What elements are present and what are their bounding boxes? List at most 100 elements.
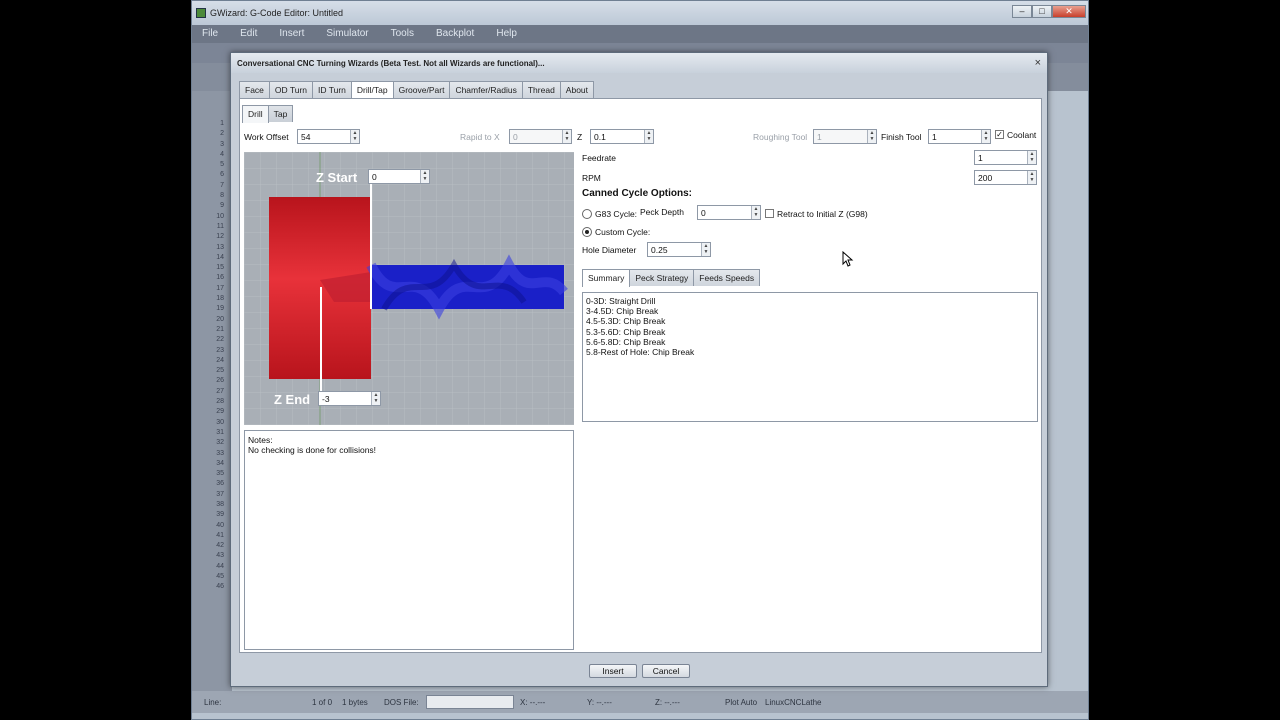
line-number: 17 — [216, 284, 224, 292]
coolant-label: Coolant — [1007, 130, 1037, 140]
tab-drill-tap[interactable]: Drill/Tap — [350, 81, 394, 99]
line-number: 39 — [216, 511, 224, 519]
line-number: 14 — [216, 253, 224, 261]
minimize-icon[interactable]: – — [1012, 5, 1032, 18]
line-number: 22 — [216, 336, 224, 344]
custom-cycle-label: Custom Cycle: — [595, 227, 651, 237]
wizard-tabs: Face OD Turn ID Turn Drill/Tap Groove/Part Ch… — [239, 81, 595, 99]
summary-line: 5.6-5.8D: Chip Break — [586, 336, 666, 347]
z-end-value: -3 — [322, 394, 330, 404]
z-end-label: Z End — [274, 392, 311, 407]
line-number: 38 — [216, 500, 224, 508]
subtab-tap[interactable]: Tap — [267, 105, 294, 122]
status-bar: Line: 1 of 0 1 bytes DOS File: X: --.---… — [192, 691, 1088, 713]
work-offset-field[interactable]: 54 ▲ ▼ — [297, 129, 360, 144]
line-number: 42 — [216, 542, 224, 550]
z-start-label: Z Start — [316, 170, 358, 185]
spinner-arrows-icon[interactable]: ▲ ▼ — [1027, 151, 1036, 164]
close-window-icon[interactable]: ✕ — [1052, 5, 1086, 18]
main-titlebar: GWizard: G-Code Editor: Untitled – □ ✕ — [192, 1, 1088, 25]
line-number: 31 — [216, 428, 224, 436]
spinner-arrows-icon[interactable]: ▲ ▼ — [981, 130, 990, 143]
retract-checkbox[interactable] — [765, 209, 774, 218]
hole-diameter-field[interactable]: 0.25 ▲ ▼ — [647, 242, 711, 257]
status-line-label: Line: — [204, 698, 222, 707]
peck-depth-value: 0 — [701, 208, 706, 218]
spinner-arrows-icon[interactable]: ▲ ▼ — [644, 130, 653, 143]
custom-cycle-radio[interactable] — [582, 227, 592, 237]
tab-about[interactable]: About — [559, 81, 595, 98]
feedrate-field[interactable]: 1 ▲ ▼ — [974, 150, 1037, 165]
line-number: 32 — [216, 439, 224, 447]
result-tab-feeds-speeds[interactable]: Feeds Speeds — [693, 269, 761, 286]
menu-item-tools[interactable]: Tools — [391, 25, 414, 43]
line-number: 1 — [220, 120, 224, 127]
dialog-title: Conversational CNC Turning Wizards (Beta… — [231, 53, 1047, 73]
notes-area: Notes: No checking is done for collision… — [244, 430, 574, 650]
result-tab-summary[interactable]: Summary — [582, 269, 631, 287]
coolant-checkbox[interactable]: ✓ — [995, 130, 1004, 139]
line-number: 15 — [216, 264, 224, 272]
line-number: 8 — [220, 192, 224, 200]
result-tabs: Summary Peck Strategy Feeds Speeds — [582, 269, 761, 287]
spinner-arrows-icon[interactable]: ▲ ▼ — [371, 392, 380, 405]
menu-item-file[interactable]: File — [202, 25, 218, 43]
insert-button[interactable]: Insert — [589, 664, 637, 678]
canned-cycle-heading: Canned Cycle Options: — [582, 188, 693, 199]
result-tab-peck-strategy[interactable]: Peck Strategy — [629, 269, 695, 286]
menu-item-backplot[interactable]: Backplot — [436, 25, 474, 43]
roughing-tool-value: 1 — [817, 132, 822, 142]
subtab-drill[interactable]: Drill — [242, 105, 269, 123]
maximize-icon[interactable]: □ — [1032, 5, 1052, 18]
summary-line: 3-4.5D: Chip Break — [586, 306, 659, 317]
line-number: 19 — [216, 305, 224, 313]
spinner-arrows-icon[interactable]: ▲ ▼ — [751, 206, 760, 219]
rpm-value: 200 — [978, 173, 993, 183]
g83-cycle-radio[interactable] — [582, 209, 592, 219]
status-count: 1 of 0 — [312, 698, 333, 707]
menu-item-help[interactable]: Help — [496, 25, 517, 43]
spinner-arrows-icon[interactable]: ▲ ▼ — [350, 130, 359, 143]
dialog-close-icon[interactable]: × — [1035, 57, 1041, 69]
tab-chamfer-radius[interactable]: Chamfer/Radius — [449, 81, 523, 98]
roughing-tool-field: 1 ▲ ▼ — [813, 129, 877, 144]
hole-diameter-value: 0.25 — [651, 245, 668, 255]
z-value: 0.1 — [594, 132, 606, 142]
feedrate-label: Feedrate — [582, 153, 617, 163]
drill-subtabs: Drill Tap — [242, 105, 294, 123]
spinner-arrows-icon: ▲ ▼ — [562, 130, 571, 143]
cancel-button[interactable]: Cancel — [642, 664, 690, 678]
tab-od-turn[interactable]: OD Turn — [268, 81, 314, 98]
rpm-field[interactable]: 200 ▲ ▼ — [974, 170, 1037, 185]
menu-item-insert[interactable]: Insert — [279, 25, 304, 43]
status-z: Z: --.--- — [655, 698, 680, 707]
tab-id-turn[interactable]: ID Turn — [312, 81, 352, 98]
spinner-arrows-icon[interactable]: ▲ ▼ — [1027, 171, 1036, 184]
summary-line: 5.8-Rest of Hole: Chip Break — [586, 347, 695, 358]
tab-groove-part[interactable]: Groove/Part — [392, 81, 451, 98]
finish-tool-field[interactable]: 1 ▲ ▼ — [928, 129, 991, 144]
z-field[interactable]: 0.1 ▲ ▼ — [590, 129, 654, 144]
line-number: 34 — [216, 459, 224, 467]
line-number: 11 — [216, 222, 224, 230]
work-offset-value: 54 — [301, 132, 311, 142]
z-start-field[interactable]: 0 ▲ ▼ — [368, 169, 430, 184]
work-offset-label: Work Offset — [244, 132, 289, 142]
menu-item-edit[interactable]: Edit — [240, 25, 257, 43]
status-y: Y: --.--- — [587, 698, 612, 707]
spinner-arrows-icon[interactable]: ▲ ▼ — [420, 170, 429, 183]
tab-face[interactable]: Face — [239, 81, 270, 98]
line-number: 6 — [220, 171, 224, 179]
spinner-arrows-icon[interactable]: ▲ ▼ — [701, 243, 710, 256]
menu-item-simulator[interactable]: Simulator — [326, 25, 368, 43]
status-plot: Plot Auto — [725, 698, 758, 707]
peck-depth-field[interactable]: 0 ▲ ▼ — [697, 205, 761, 220]
dos-file-field[interactable] — [426, 695, 514, 709]
tab-thread[interactable]: Thread — [521, 81, 561, 98]
line-number: 18 — [216, 295, 224, 303]
g83-cycle-label: G83 Cycle: — [595, 209, 638, 219]
line-number: 33 — [216, 449, 224, 457]
line-number: 5 — [220, 161, 224, 169]
z-end-field[interactable]: -3 ▲ ▼ — [318, 391, 381, 406]
line-number: 29 — [216, 408, 224, 416]
